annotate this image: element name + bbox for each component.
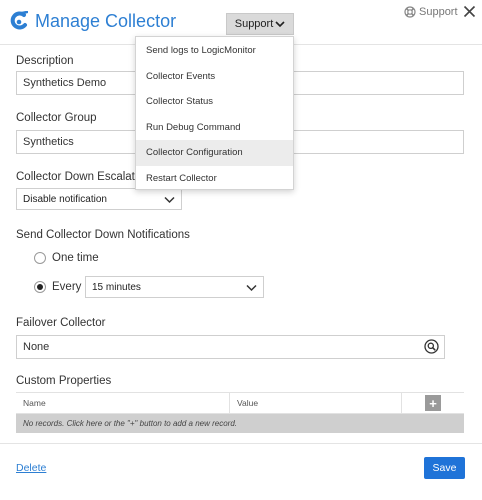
radio-one-time[interactable]: One time [34, 252, 99, 264]
column-header-name[interactable]: Name [16, 393, 230, 413]
down-escalation-select[interactable]: Disable notification [16, 188, 182, 210]
failover-collector-label: Failover Collector [16, 317, 106, 329]
custom-properties-table: Name Value + No records. Click here or t… [16, 392, 464, 433]
radio-one-time-button[interactable] [34, 252, 46, 264]
column-header-value[interactable]: Value [230, 393, 402, 413]
support-dropdown-menu: Send logs to LogicMonitor Collector Even… [135, 36, 294, 190]
description-label: Description [16, 55, 74, 67]
save-button[interactable]: Save [424, 457, 465, 479]
lifebuoy-icon [404, 6, 416, 18]
down-escalation-label: Collector Down Escalati [16, 171, 138, 183]
support-link-label: Support [419, 6, 458, 18]
down-notifications-label: Send Collector Down Notifications [16, 229, 190, 241]
radio-every-label: Every [52, 281, 82, 293]
support-dropdown-button[interactable]: Support [226, 13, 294, 35]
menu-item-collector-events[interactable]: Collector Events [136, 64, 293, 90]
menu-item-collector-configuration[interactable]: Collector Configuration [136, 140, 293, 166]
support-link[interactable]: Support [404, 6, 458, 18]
notification-interval-select[interactable]: 15 minutes [85, 276, 264, 298]
close-icon[interactable] [463, 5, 476, 18]
menu-item-collector-status[interactable]: Collector Status [136, 89, 293, 115]
notification-interval-value: 15 minutes [92, 281, 141, 293]
down-escalation-value: Disable notification [23, 193, 107, 205]
custom-properties-label: Custom Properties [16, 375, 112, 387]
logicmonitor-logo-icon [10, 11, 28, 30]
chevron-down-icon [164, 196, 175, 203]
menu-item-restart-collector[interactable]: Restart Collector [136, 166, 293, 192]
search-icon[interactable] [424, 339, 439, 354]
menu-item-send-logs[interactable]: Send logs to LogicMonitor [136, 38, 293, 64]
add-record-cell: + [402, 393, 464, 413]
empty-records-row[interactable]: No records. Click here or the "+" button… [16, 414, 464, 433]
radio-every[interactable]: Every [34, 281, 81, 293]
delete-link[interactable]: Delete [16, 462, 46, 474]
menu-item-run-debug-command[interactable]: Run Debug Command [136, 115, 293, 141]
failover-collector-input[interactable]: None [16, 335, 445, 359]
radio-one-time-label: One time [52, 252, 99, 264]
support-button-label: Support [234, 18, 274, 30]
footer-divider [0, 443, 482, 444]
chevron-down-icon [246, 284, 257, 291]
add-record-button[interactable]: + [425, 395, 441, 411]
table-header: Name Value + [16, 392, 464, 414]
dialog-title: Manage Collector [35, 11, 177, 31]
collector-group-label: Collector Group [16, 112, 97, 124]
chevron-down-icon [275, 21, 285, 28]
radio-every-button[interactable] [34, 281, 46, 293]
